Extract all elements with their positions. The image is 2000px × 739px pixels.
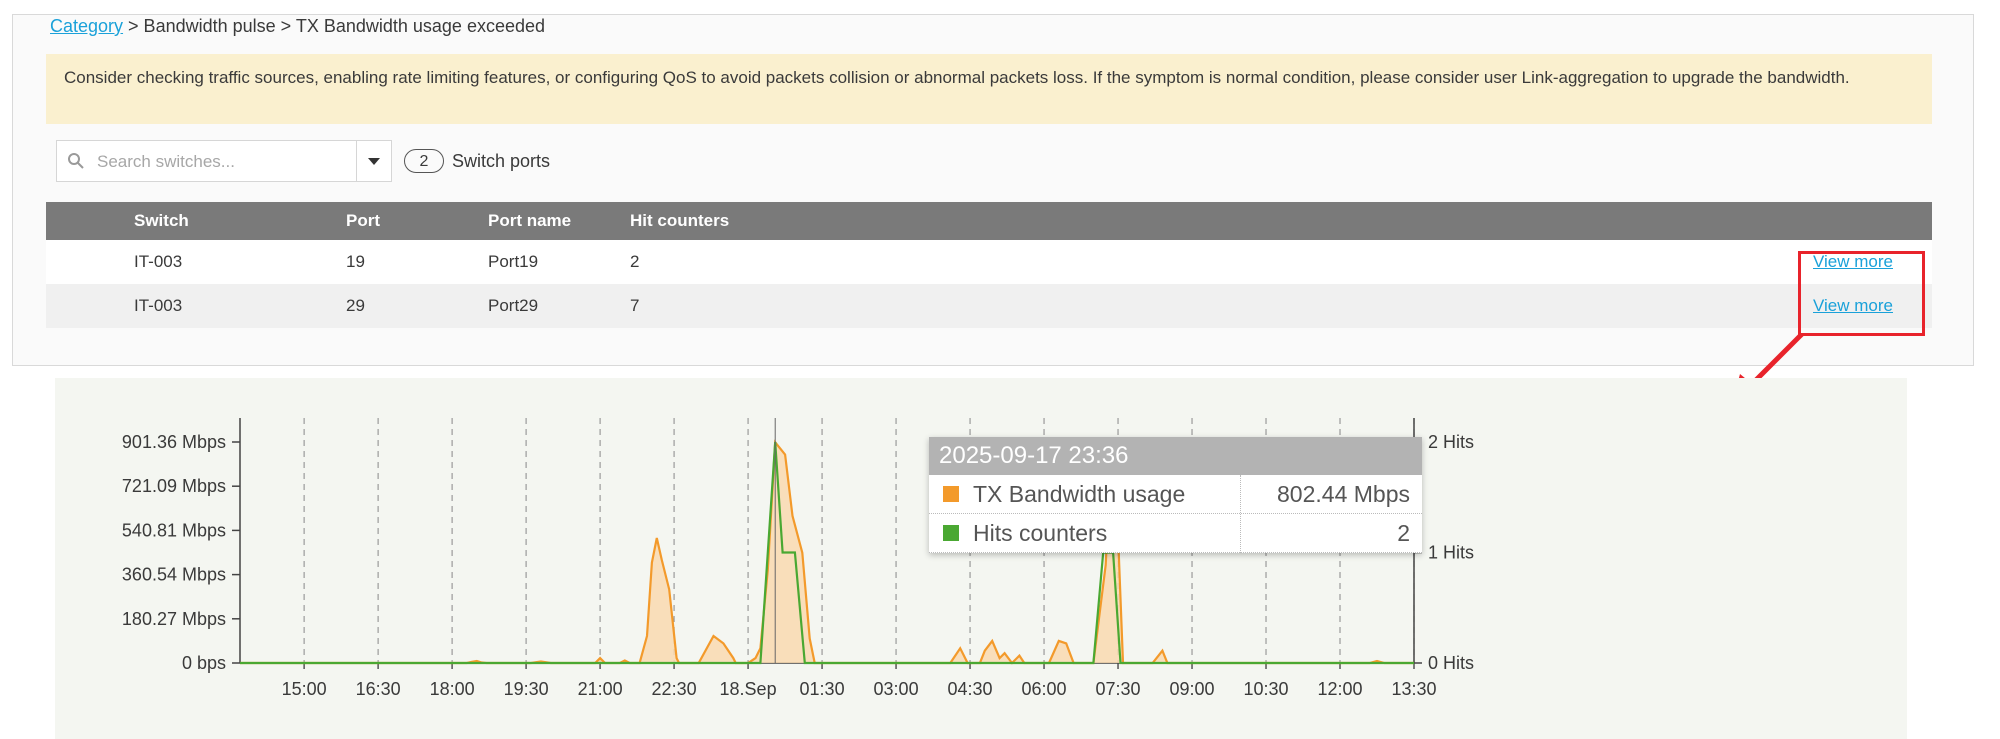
cell-port: 29 — [346, 296, 365, 315]
switch-search — [56, 140, 392, 182]
tooltip-value: 802.44 Mbps — [1277, 481, 1410, 507]
y-right-tick-label: 2 Hits — [1428, 432, 1474, 452]
x-tick-label: 18:00 — [430, 679, 475, 699]
x-tick-label: 13:30 — [1391, 679, 1436, 699]
y-right-tick-label: 0 Hits — [1428, 653, 1474, 673]
tooltip-time: 2025-09-17 23:36 — [929, 437, 1422, 475]
recommendation-notice: Consider checking traffic sources, enabl… — [46, 54, 1932, 124]
switch-ports-table: Switch Port Port name Hit counters IT-00… — [46, 202, 1932, 328]
y-left-tick-label: 180.27 Mbps — [122, 609, 226, 629]
breadcrumb: Category > Bandwidth pulse > TX Bandwidt… — [50, 16, 545, 37]
search-input[interactable] — [95, 147, 339, 177]
tooltip-value: 2 — [1397, 520, 1410, 546]
tooltip-label: TX Bandwidth usage — [973, 481, 1186, 507]
column-header-port[interactable]: Port — [346, 202, 380, 240]
x-tick-label: 03:00 — [874, 679, 919, 699]
x-tick-label: 21:00 — [578, 679, 623, 699]
y-right-tick-label: 1 Hits — [1428, 543, 1474, 563]
bandwidth-legend-swatch — [943, 486, 959, 502]
cell-hit-counters: 2 — [630, 252, 640, 271]
cell-switch: IT-003 — [134, 296, 183, 315]
cell-port-name: Port19 — [488, 252, 539, 271]
chevron-down-icon — [368, 158, 380, 165]
column-header-hit-counters[interactable]: Hit counters — [630, 202, 729, 240]
y-left-tick-label: 721.09 Mbps — [122, 476, 226, 496]
x-tick-label: 22:30 — [652, 679, 697, 699]
x-tick-label: 07:30 — [1096, 679, 1141, 699]
y-left-tick-label: 360.54 Mbps — [122, 565, 226, 585]
x-tick-label: 19:30 — [504, 679, 549, 699]
x-tick-label: 10:30 — [1243, 679, 1288, 699]
hits-legend-swatch — [943, 525, 959, 541]
x-tick-label: 06:00 — [1022, 679, 1067, 699]
y-left-tick-label: 0 bps — [182, 653, 226, 673]
x-tick-label: 09:00 — [1170, 679, 1215, 699]
tooltip-divider — [1240, 475, 1241, 553]
search-icon — [68, 153, 84, 169]
column-header-switch[interactable]: Switch — [134, 202, 189, 240]
tooltip-label: Hits counters — [973, 520, 1108, 546]
bandwidth-hits-chart: 15:00 16:30 18:00 19:30 21:00 22:30 18.Sep 01:3… — [122, 418, 1474, 699]
search-dropdown-button[interactable] — [356, 141, 391, 181]
cell-switch: IT-003 — [134, 252, 183, 271]
y-left-tick-label: 901.36 Mbps — [122, 432, 226, 452]
table-header: Switch Port Port name Hit counters — [46, 202, 1932, 240]
x-tick-label: 15:00 — [282, 679, 327, 699]
x-tick-label: 12:00 — [1317, 679, 1362, 699]
switch-ports-count-badge: 2 — [404, 149, 444, 173]
y-left-tick-label: 540.81 Mbps — [122, 520, 226, 540]
cell-port: 19 — [346, 252, 365, 271]
table-row[interactable]: IT-003 19 Port19 2 View more — [46, 240, 1932, 284]
x-tick-label: 16:30 — [356, 679, 401, 699]
breadcrumb-category-link[interactable]: Category — [50, 16, 123, 36]
chart-tooltip: 2025-09-17 23:36 TX Bandwidth usage 802.… — [929, 437, 1422, 553]
switch-ports-label: Switch ports — [452, 151, 551, 171]
cell-hit-counters: 7 — [630, 296, 640, 315]
tooltip-row-bandwidth: TX Bandwidth usage 802.44 Mbps — [929, 475, 1422, 514]
table-row[interactable]: IT-003 29 Port29 7 View more — [46, 284, 1932, 328]
column-header-port-name[interactable]: Port name — [488, 202, 571, 240]
x-tick-label: 18.Sep — [720, 679, 777, 699]
cell-port-name: Port29 — [488, 296, 539, 315]
x-tick-label: 04:30 — [948, 679, 993, 699]
breadcrumb-trail: > Bandwidth pulse > TX Bandwidth usage e… — [123, 16, 546, 36]
tooltip-row-hits: Hits counters 2 — [929, 514, 1422, 553]
view-more-highlight-box — [1798, 251, 1925, 336]
x-tick-label: 01:30 — [800, 679, 845, 699]
bandwidth-chart-container: 15:00 16:30 18:00 19:30 21:00 22:30 18.Sep 01:3… — [55, 378, 1907, 739]
